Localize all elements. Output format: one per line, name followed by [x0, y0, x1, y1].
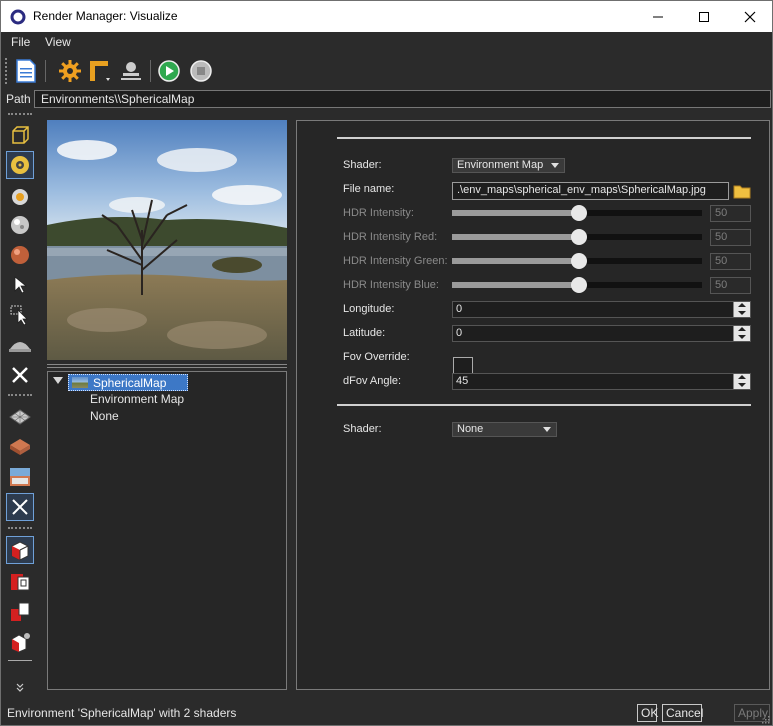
hdr-intensity-red-value[interactable]: 50	[710, 229, 751, 246]
filename-label: File name:	[343, 183, 395, 195]
gear-icon[interactable]	[57, 58, 83, 84]
toolbar-grip[interactable]	[8, 113, 32, 115]
spin-arrows-icon[interactable]	[733, 302, 750, 317]
dome-light-icon[interactable]	[6, 331, 34, 359]
section-divider	[337, 404, 751, 406]
chevron-down-icon	[551, 163, 559, 168]
stamp-icon[interactable]	[118, 58, 144, 84]
app-logo-icon	[10, 9, 26, 25]
dfov-angle-label: dFov Angle:	[343, 375, 402, 387]
hdr-intensity-blue-slider[interactable]	[452, 277, 702, 293]
left-pane: SphericalMap Environment Map None	[39, 111, 295, 690]
section-divider	[337, 137, 751, 139]
filename-input[interactable]: .\env_maps\spherical_env_maps\SphericalM…	[452, 182, 729, 200]
hdr-intensity-label: HDR Intensity:	[343, 207, 414, 219]
environment-cube-icon[interactable]	[6, 121, 34, 149]
hdr-intensity-green-slider[interactable]	[452, 253, 702, 269]
close-button[interactable]	[727, 1, 773, 32]
environment-map-icon[interactable]	[6, 151, 34, 179]
maximize-button[interactable]	[681, 1, 727, 32]
toolbar-separator	[150, 60, 151, 82]
spin-arrows-icon[interactable]	[733, 374, 750, 389]
folder-icon[interactable]	[732, 181, 751, 201]
menu-bar: File View	[0, 32, 773, 52]
cancel-button[interactable]: Cancel	[662, 704, 703, 722]
backplate-icon[interactable]	[6, 463, 34, 491]
frame-icon[interactable]	[87, 58, 113, 84]
path-field[interactable]: Environments\\SphericalMap	[34, 90, 771, 108]
menu-view[interactable]: View	[45, 35, 71, 49]
cube-frames-icon[interactable]	[6, 568, 34, 596]
environment-tree: SphericalMap Environment Map None	[47, 371, 287, 690]
environment-preview-image	[47, 120, 287, 360]
tree-child-environment-map[interactable]: Environment Map	[90, 392, 184, 406]
dfov-angle-spinbox[interactable]: 45	[452, 373, 751, 390]
select-pointer-icon[interactable]	[6, 301, 34, 329]
hdr-intensity-blue-value[interactable]: 50	[710, 277, 751, 294]
window-title: Render Manager: Visualize	[33, 9, 178, 23]
toolbar-grip[interactable]	[5, 58, 8, 84]
hdr-intensity-slider[interactable]	[452, 205, 702, 221]
toolbar-grip[interactable]	[8, 527, 32, 529]
properties-pane: Shader: Environment Map File name: .\env…	[296, 120, 770, 690]
menu-file[interactable]: File	[11, 35, 30, 49]
tree-expand-icon[interactable]	[53, 377, 63, 384]
cube-white-icon[interactable]	[6, 598, 34, 626]
delete-icon[interactable]	[6, 361, 34, 389]
status-bar: Environment 'SphericalMap' with 2 shader…	[0, 700, 773, 726]
spin-arrows-icon[interactable]	[733, 326, 750, 341]
toolbar-separator	[45, 60, 46, 82]
chevron-down-icon	[543, 427, 551, 432]
ok-button[interactable]: OK	[637, 704, 658, 722]
delete-selected-icon[interactable]	[6, 493, 34, 521]
latitude-spinbox[interactable]: 0	[452, 325, 751, 342]
title-bar: Render Manager: Visualize	[0, 0, 773, 32]
path-bar: Path Environments\\SphericalMap	[0, 89, 773, 111]
pointer-icon[interactable]	[6, 271, 34, 299]
status-message: Environment 'SphericalMap' with 2 shader…	[7, 706, 237, 720]
sphere-silver-icon[interactable]	[6, 211, 34, 239]
hdr-intensity-green-label: HDR Intensity Green:	[343, 255, 448, 267]
document-icon[interactable]	[13, 58, 39, 84]
environment-thumbnail-icon	[72, 377, 88, 388]
resize-grip-icon[interactable]	[760, 713, 770, 724]
shader-label: Shader:	[343, 159, 382, 171]
minimize-button[interactable]	[635, 1, 681, 32]
red-cube-icon[interactable]	[6, 536, 34, 564]
hdr-intensity-red-label: HDR Intensity Red:	[343, 231, 438, 243]
toolbar-separator	[8, 660, 32, 662]
hdr-intensity-red-slider[interactable]	[452, 229, 702, 245]
shader2-select[interactable]: None	[452, 422, 557, 437]
cube-camera-icon[interactable]	[6, 628, 34, 656]
splitter[interactable]	[47, 364, 287, 368]
stop-icon[interactable]	[188, 58, 214, 84]
grid-plane-icon[interactable]	[6, 403, 34, 431]
toolbar	[0, 52, 773, 89]
material-plane-icon[interactable]	[6, 433, 34, 461]
sphere-gold-icon[interactable]	[6, 183, 34, 211]
hdr-intensity-green-value[interactable]: 50	[710, 253, 751, 270]
tree-node-sphericalmap[interactable]: SphericalMap	[68, 374, 188, 391]
main-area: SphericalMap Environment Map None Shader…	[0, 111, 773, 700]
shader2-label: Shader:	[343, 423, 382, 435]
longitude-label: Longitude:	[343, 303, 395, 315]
hdr-intensity-value[interactable]: 50	[710, 205, 751, 222]
toolbar-grip[interactable]	[8, 394, 32, 396]
tree-child-none[interactable]: None	[90, 409, 119, 423]
longitude-spinbox[interactable]: 0	[452, 301, 751, 318]
play-icon[interactable]	[156, 58, 182, 84]
latitude-label: Latitude:	[343, 327, 386, 339]
left-toolbar	[3, 111, 37, 700]
hdr-intensity-blue-label: HDR Intensity Blue:	[343, 279, 439, 291]
fov-override-label: Fov Override:	[343, 351, 410, 363]
more-chevron-icon[interactable]	[6, 679, 34, 695]
path-label: Path	[6, 92, 31, 106]
shader-select[interactable]: Environment Map	[452, 158, 565, 173]
sphere-copper-icon[interactable]	[6, 241, 34, 269]
